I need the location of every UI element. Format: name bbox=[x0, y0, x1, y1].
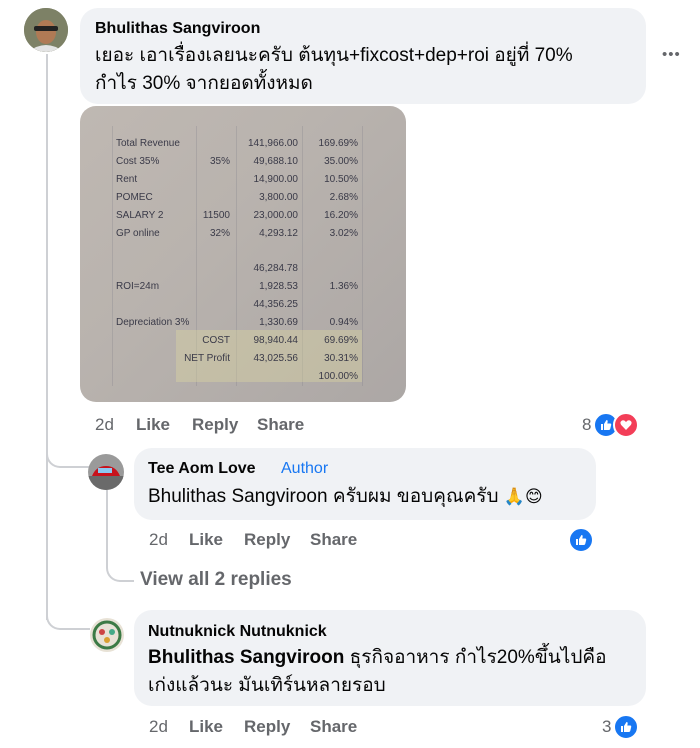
avatar-photo bbox=[24, 8, 68, 52]
smiling-emoji: 😊 bbox=[525, 487, 543, 506]
like-icon bbox=[568, 527, 594, 553]
more-options-icon[interactable]: ••• bbox=[662, 46, 681, 63]
avatar-photo bbox=[90, 618, 124, 652]
sheet-col-line bbox=[112, 126, 113, 386]
sheet-cell: 23,000.00 bbox=[253, 209, 299, 221]
sheet-cell: 1,330.69 bbox=[259, 317, 298, 328]
author-badge: Author bbox=[281, 460, 329, 477]
avatar[interactable] bbox=[24, 8, 68, 52]
reaction-count: 3 bbox=[602, 717, 612, 736]
thread-curve-reply1 bbox=[46, 440, 90, 468]
share-button[interactable]: Share bbox=[310, 530, 357, 550]
avatar[interactable] bbox=[90, 618, 124, 652]
like-icon bbox=[613, 714, 640, 740]
sheet-cell: 169.69% bbox=[318, 138, 358, 149]
love-icon bbox=[613, 412, 640, 438]
reply-author[interactable]: Tee Aom Love bbox=[148, 460, 256, 478]
reply-time[interactable]: 2d bbox=[149, 717, 168, 737]
reply-text-line2: เก่งแล้วนะ มันเทิร์นหลายรอบ bbox=[148, 675, 386, 696]
reply-text-line1: Bhulithas Sangviroon ธุรกิจอาหาร กำไร20%… bbox=[148, 644, 607, 672]
sheet-cell: 100.00% bbox=[318, 370, 358, 382]
sheet-cell: 69.69% bbox=[324, 334, 358, 346]
reply-button[interactable]: Reply bbox=[244, 530, 290, 550]
thread-line-reply1 bbox=[106, 490, 108, 566]
sheet-cell: Rent bbox=[116, 173, 138, 185]
reply-button[interactable]: Reply bbox=[244, 717, 290, 737]
sheet-cell: Depreciation 3% bbox=[116, 317, 190, 328]
avatar[interactable] bbox=[88, 454, 124, 490]
reaction-summary[interactable]: 3 bbox=[602, 714, 640, 740]
reply-text-body: ธุรกิจอาหาร กำไร20%ขึ้นไปคือ bbox=[344, 647, 607, 668]
reply-time[interactable]: 2d bbox=[149, 530, 168, 550]
sheet-cell: 32% bbox=[209, 227, 230, 239]
spreadsheet-photo[interactable]: Total Revenue 141,966.00 169.69% Cost 35% 35… bbox=[80, 106, 406, 402]
sheet-cell: 49,688.10 bbox=[253, 155, 299, 167]
reply-actions: 2d Like Reply Share bbox=[149, 530, 409, 552]
sheet-cell: POMEC bbox=[116, 191, 153, 203]
sheet-cell: 43,025.56 bbox=[253, 352, 299, 364]
avatar-photo bbox=[88, 454, 124, 490]
like-button[interactable]: Like bbox=[136, 415, 170, 435]
sheet-cell: 44,356.25 bbox=[253, 299, 299, 311]
view-all-replies-link[interactable]: View all 2 replies bbox=[140, 569, 292, 591]
comment-bubble: Bhulithas Sangviroon เยอะ เอาเรื่องเลยนะ… bbox=[80, 8, 646, 104]
thread-line-main bbox=[46, 54, 48, 620]
sheet-cell: 2.68% bbox=[329, 191, 358, 203]
reply-text-body: ครับผม ขอบคุณครับ bbox=[327, 486, 504, 507]
share-button[interactable]: Share bbox=[257, 415, 304, 435]
share-button[interactable]: Share bbox=[310, 717, 357, 737]
sheet-cell: 46,284.78 bbox=[253, 263, 299, 275]
sheet-cell: 35% bbox=[209, 155, 230, 167]
sheet-cell: Total Revenue bbox=[116, 138, 180, 149]
comment-actions: 2d Like Reply Share bbox=[95, 415, 355, 437]
folded-hands-emoji: 🙏 bbox=[503, 487, 525, 506]
sheet-cell: COST bbox=[202, 334, 230, 346]
sheet-cell: 0.94% bbox=[329, 317, 358, 328]
reply-bubble: Tee Aom Love Author Bhulithas Sangviroon… bbox=[134, 448, 596, 520]
sheet-cell: 4,293.12 bbox=[259, 227, 298, 239]
reaction-count: 8 bbox=[582, 415, 592, 434]
sheet-cell: 1.36% bbox=[329, 281, 358, 293]
sheet-cell: 98,940.44 bbox=[253, 334, 299, 346]
sheet-cell: 141,966.00 bbox=[247, 138, 298, 149]
sheet-cell: 1,928.53 bbox=[259, 281, 298, 293]
like-button[interactable]: Like bbox=[189, 717, 223, 737]
sheet-cell: 3.02% bbox=[329, 227, 358, 239]
reply-text: Bhulithas Sangviroon ครับผม ขอบคุณครับ 🙏… bbox=[148, 483, 543, 511]
sheet-cell: 14,900.00 bbox=[253, 173, 299, 185]
reply-button[interactable]: Reply bbox=[192, 415, 238, 435]
sheet-cell: 10.50% bbox=[324, 173, 358, 185]
sheet-cell: ROI=24m bbox=[116, 281, 160, 293]
thread-curve-reply2 bbox=[46, 600, 90, 630]
thread-curve-viewall bbox=[106, 560, 134, 582]
sheet-cell: 3,800.00 bbox=[259, 191, 298, 203]
comment-time[interactable]: 2d bbox=[95, 415, 114, 435]
reaction-summary[interactable] bbox=[568, 527, 594, 553]
mention-link[interactable]: Bhulithas Sangviroon bbox=[148, 647, 344, 668]
like-button[interactable]: Like bbox=[189, 530, 223, 550]
comment-author[interactable]: Bhulithas Sangviroon bbox=[95, 20, 260, 38]
reply-bubble: Nutnuknick Nutnuknick Bhulithas Sangviro… bbox=[134, 610, 646, 706]
sheet-cell: 16.20% bbox=[324, 209, 358, 221]
reply-actions: 2d Like Reply Share bbox=[149, 717, 409, 739]
sheet-col-line bbox=[362, 126, 363, 386]
sheet-cell: 35.00% bbox=[324, 155, 358, 167]
comment-text-line2: กำไร 30% จากยอดทั้งหมด bbox=[95, 73, 313, 94]
sheet-cell: 30.31% bbox=[324, 352, 358, 364]
mention-link[interactable]: Bhulithas Sangviroon bbox=[148, 486, 328, 507]
reaction-summary[interactable]: 8 bbox=[582, 412, 640, 438]
comment-text-line1: เยอะ เอาเรื่องเลยนะครับ ต้นทุน+fixcost+d… bbox=[95, 45, 573, 66]
reply-author[interactable]: Nutnuknick Nutnuknick bbox=[148, 623, 327, 641]
sheet-cell: NET Profit bbox=[184, 352, 230, 364]
sheet-cell: 11500 bbox=[202, 209, 230, 221]
